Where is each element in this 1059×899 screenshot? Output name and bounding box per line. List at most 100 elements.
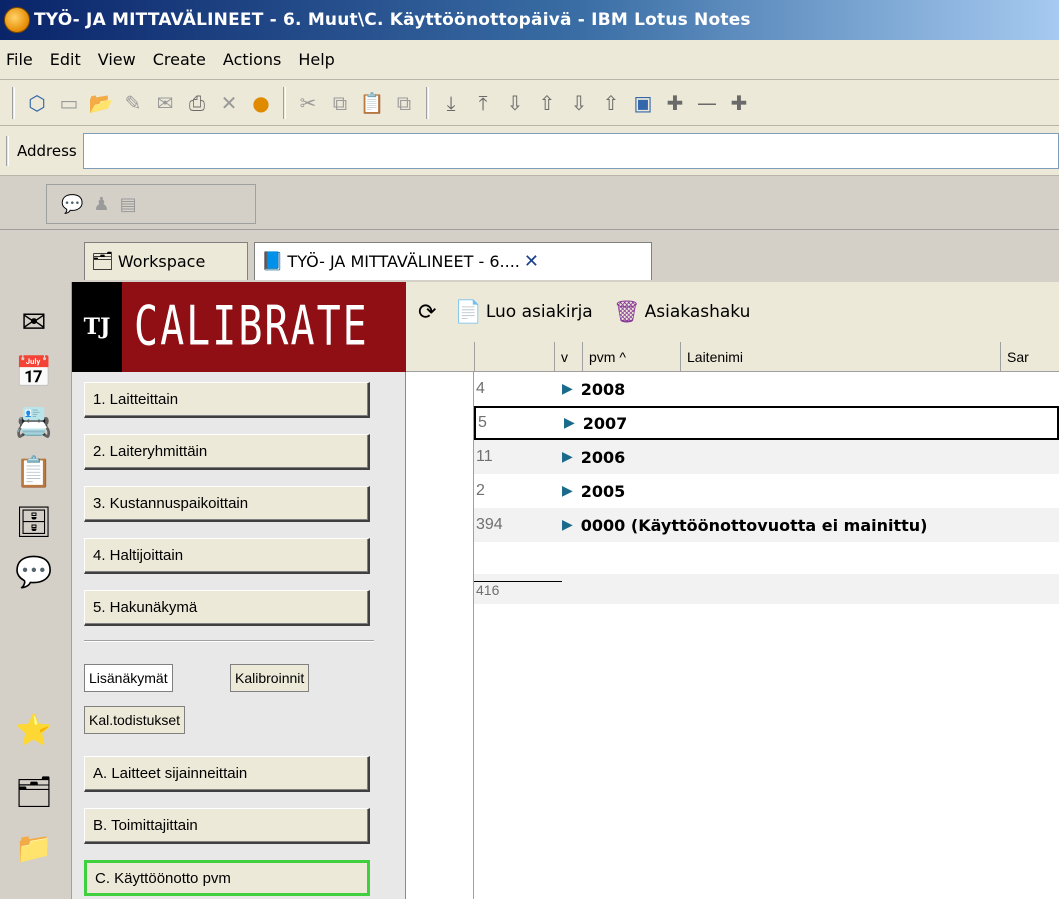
next-unread-icon[interactable]: ⇩ xyxy=(566,90,592,116)
tab-workspace[interactable]: 🗂 Workspace xyxy=(84,242,248,280)
column-header-sar[interactable]: Sar xyxy=(1000,342,1059,372)
mail-icon[interactable]: ✉ xyxy=(14,302,54,342)
calendar-icon[interactable]: 📅 xyxy=(14,352,54,392)
navigator-panel: TJ CALIBRATE 1. Laitteittain 2. Laiteryh… xyxy=(72,282,406,899)
column-header-pvm[interactable]: pvm ^ xyxy=(582,342,680,372)
new-document-icon[interactable]: 📄 xyxy=(454,300,481,325)
nav-button-laitteittain[interactable]: 1. Laitteittain xyxy=(84,382,370,418)
edit-icon[interactable]: ✎ xyxy=(120,90,146,116)
save-icon[interactable]: ▭ xyxy=(56,90,82,116)
column-header-v[interactable]: v xyxy=(554,342,582,372)
delete-icon[interactable]: ✕ xyxy=(216,90,242,116)
row-label: 0000 (Käyttöönottovuotta ei mainittu) xyxy=(580,515,928,535)
nav-button-kayttoonotto-pvm[interactable]: C. Käyttöönotto pvm xyxy=(84,860,370,896)
row-count: 394 xyxy=(476,516,503,533)
notes-icon[interactable]: ▤ xyxy=(120,194,137,215)
nav-button-toimittajittain[interactable]: B. Toimittajittain xyxy=(84,808,370,844)
menu-help[interactable]: Help xyxy=(298,50,334,69)
paste-special-icon[interactable]: ⧉ xyxy=(391,90,417,116)
main-toolbar: ⬡ ▭ 📂 ✎ ✉ ⎙ ✕ ● ✂ ⧉ 📋 ⧉ ⤓ ⤒ ⇩ ⇧ ⇩ ⇧ ▣ ✚ … xyxy=(0,80,1059,126)
print-icon[interactable]: ⎙ xyxy=(184,90,210,116)
favorites-icon[interactable]: ⭐ xyxy=(14,710,54,750)
secondary-toolbar: 💬 ♟ ▤ xyxy=(0,176,1059,230)
menu-actions[interactable]: Actions xyxy=(223,50,281,69)
previous-unread-icon[interactable]: ⇧ xyxy=(598,90,624,116)
create-document-action[interactable]: Luo asiakirja xyxy=(486,302,593,322)
tab-database[interactable]: 📘 TYÖ- JA MITTAVÄLINEET - 6.... ✕ xyxy=(254,242,652,280)
window-title: TYÖ- JA MITTAVÄLINEET - 6. Muut\C. Käytt… xyxy=(34,10,751,30)
nav-divider xyxy=(84,640,374,642)
person-icon[interactable]: ♟ xyxy=(93,194,109,215)
customer-search-icon[interactable]: 🗑 xyxy=(613,300,641,325)
open-icon[interactable]: 📂 xyxy=(88,90,114,116)
previous-icon[interactable]: ⇧ xyxy=(534,90,560,116)
collapse-icon[interactable]: — xyxy=(694,90,720,116)
forward-mail-icon[interactable]: ✉ xyxy=(152,90,178,116)
nav-button-haltijoittain[interactable]: 4. Haltijoittain xyxy=(84,538,370,574)
address-input[interactable] xyxy=(82,132,1059,169)
nav-button-laitteet-sijainneittain[interactable]: A. Laitteet sijainneittain xyxy=(84,756,370,792)
nav-button-laiteryhmittain[interactable]: 2. Laiteryhmittäin xyxy=(84,434,370,470)
twisty-icon[interactable]: ▶ xyxy=(564,415,575,431)
twisty-icon[interactable]: ▶ xyxy=(562,381,573,397)
refresh-icon[interactable]: ▣ xyxy=(630,90,656,116)
collapse-all-icon[interactable]: ⤓ xyxy=(438,90,464,116)
view-margin xyxy=(406,372,474,899)
category-row[interactable]: 2 ▶ 2005 xyxy=(474,474,1059,508)
expand-all-icon[interactable]: ⤒ xyxy=(470,90,496,116)
logo-tj: TJ xyxy=(72,282,122,372)
databases-icon[interactable]: 🗂 xyxy=(14,772,54,812)
home-icon[interactable]: ⬡ xyxy=(24,90,50,116)
replicate-icon[interactable]: ● xyxy=(248,90,274,116)
row-label: 2006 xyxy=(580,447,626,467)
sametime-icon[interactable]: 💬 xyxy=(14,552,54,592)
nav-button-kalibroinnit[interactable]: Kalibroinnit xyxy=(230,664,310,692)
paste-icon[interactable]: 📋 xyxy=(359,90,385,116)
nav-button-kal-todistukset[interactable]: Kal.todistukset xyxy=(84,706,186,734)
nav-button-kustannuspaikoittain[interactable]: 3. Kustannuspaikoittain xyxy=(84,486,370,522)
tab-bar: 🗂 Workspace 📘 TYÖ- JA MITTAVÄLINEET - 6.… xyxy=(0,230,1059,282)
column-header-count[interactable] xyxy=(474,342,554,372)
category-row[interactable]: 4 ▶ 2008 xyxy=(474,372,1059,406)
total-count: 416 xyxy=(474,580,562,598)
copy-icon[interactable]: ⧉ xyxy=(327,90,353,116)
menu-edit[interactable]: Edit xyxy=(50,50,81,69)
calibrate-logo: TJ CALIBRATE xyxy=(72,282,406,372)
next-icon[interactable]: ⇩ xyxy=(502,90,528,116)
category-row[interactable]: 394 ▶ 0000 (Käyttöönottovuotta ei mainit… xyxy=(474,508,1059,542)
column-header-row: v pvm ^ Laitenimi Sar xyxy=(406,342,1059,372)
row-count: 11 xyxy=(476,448,493,465)
toolbar-separator xyxy=(12,86,15,119)
menu-bar: File Edit View Create Actions Help xyxy=(0,40,1059,80)
close-icon[interactable]: ✕ xyxy=(524,251,539,272)
row-count: 2 xyxy=(476,482,485,499)
twisty-icon[interactable]: ▶ xyxy=(562,517,573,533)
contacts-icon[interactable]: 📇 xyxy=(14,402,54,442)
cut-icon[interactable]: ✂ xyxy=(295,90,321,116)
bookmark-bar: ✉ 📅 📇 📋 🗄 💬 ⭐ 🗂 📁 xyxy=(0,282,72,899)
category-row[interactable]: 5 ▶ 2007 xyxy=(474,406,1059,440)
category-row[interactable]: 11 ▶ 2006 xyxy=(474,440,1059,474)
menu-file[interactable]: File xyxy=(6,50,33,69)
nav-button-lisanakymat[interactable]: Lisänäkymät xyxy=(84,664,173,692)
tab-label: Workspace xyxy=(117,252,206,271)
customer-search-action[interactable]: Asiakashaku xyxy=(645,302,751,322)
expand-icon[interactable]: ✚ xyxy=(662,90,688,116)
workspace-icon: 🗂 xyxy=(91,251,114,272)
menu-view[interactable]: View xyxy=(98,50,136,69)
nav-button-hakunakyma[interactable]: 5. Hakunäkymä xyxy=(84,590,370,626)
replicator-icon[interactable]: 🗄 xyxy=(14,502,54,542)
twisty-icon[interactable]: ▶ xyxy=(562,483,573,499)
refresh-view-icon[interactable]: ⟳ xyxy=(418,300,436,325)
twisty-icon[interactable]: ▶ xyxy=(562,449,573,465)
total-row: 416 xyxy=(474,574,1059,604)
todo-icon[interactable]: 📋 xyxy=(14,452,54,492)
menu-create[interactable]: Create xyxy=(153,50,206,69)
chat-icon[interactable]: 💬 xyxy=(61,194,83,215)
column-header-laitenimi[interactable]: Laitenimi xyxy=(680,342,1000,372)
row-label: 2008 xyxy=(580,379,626,399)
expand-section-icon[interactable]: ✚ xyxy=(726,90,752,116)
more-bookmarks-icon[interactable]: 📁 xyxy=(14,828,54,868)
secondary-toolbar-group: 💬 ♟ ▤ xyxy=(46,184,256,224)
title-bar: TYÖ- JA MITTAVÄLINEET - 6. Muut\C. Käytt… xyxy=(0,0,1059,40)
